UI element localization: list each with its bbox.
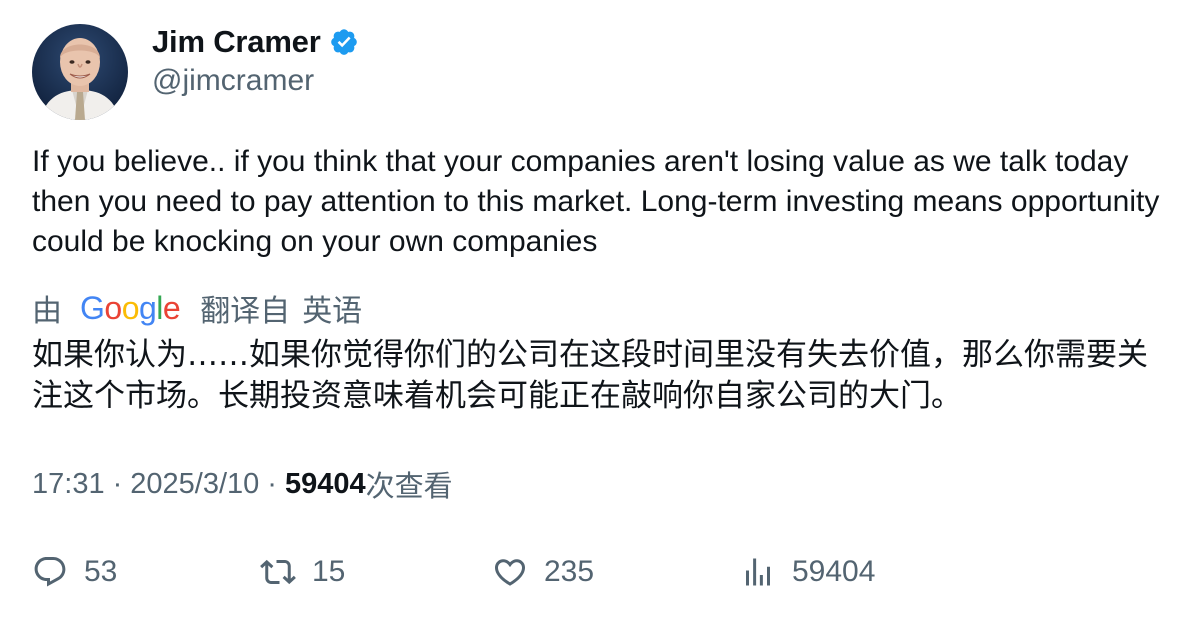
translation-prefix: 由 <box>32 295 62 328</box>
author-name-row: Jim Cramer <box>152 22 359 62</box>
heart-icon <box>494 559 526 586</box>
google-logo: Google <box>80 289 181 326</box>
tweet-time[interactable]: 17:31 <box>32 468 105 501</box>
views-count: 59404 <box>284 467 366 500</box>
tweet-card: Jim Cramer @jimcramer If you believe.. i… <box>0 0 1196 618</box>
views-action-count: 59404 <box>792 555 876 588</box>
author-avatar[interactable] <box>32 24 128 120</box>
translated-from-label: 翻译自 <box>200 295 291 328</box>
meta-separator: · <box>267 467 277 500</box>
like-button[interactable]: 235 <box>492 550 594 594</box>
tweet-text: If you believe.. if you think that your … <box>32 145 1160 258</box>
translation-attribution: 由 Google 翻译自 英语 <box>32 287 362 329</box>
tweet-metadata: 17:31 · 2025/3/10 · 59404 次查看 <box>32 463 453 505</box>
author-display-name[interactable]: Jim Cramer <box>152 24 321 60</box>
reply-count: 53 <box>84 555 118 588</box>
source-language-link[interactable]: 英语 <box>302 286 362 330</box>
like-count: 235 <box>544 555 595 588</box>
tweet-actions-bar: 53 15 235 59404 <box>32 550 1172 594</box>
views-label: 次查看 <box>365 471 453 503</box>
analytics-icon <box>746 558 770 586</box>
reply-button[interactable]: 53 <box>32 550 117 594</box>
retweet-button[interactable]: 15 <box>260 550 345 594</box>
tweet-date[interactable]: 2025/3/10 <box>130 468 259 501</box>
person-portrait-avatar-icon <box>32 24 128 120</box>
meta-separator: · <box>112 467 123 500</box>
reply-icon <box>34 557 66 587</box>
retweet-count: 15 <box>312 555 346 588</box>
retweet-icon <box>260 559 296 585</box>
views-button[interactable]: 59404 <box>740 550 875 594</box>
author-handle[interactable]: @jimcramer <box>152 64 314 98</box>
translated-tweet-text: 如果你认为……如果你觉得你们的公司在这段时间里没有失去价值，那么你需要关注这个市… <box>32 337 1148 414</box>
verified-badge-icon <box>329 27 359 57</box>
